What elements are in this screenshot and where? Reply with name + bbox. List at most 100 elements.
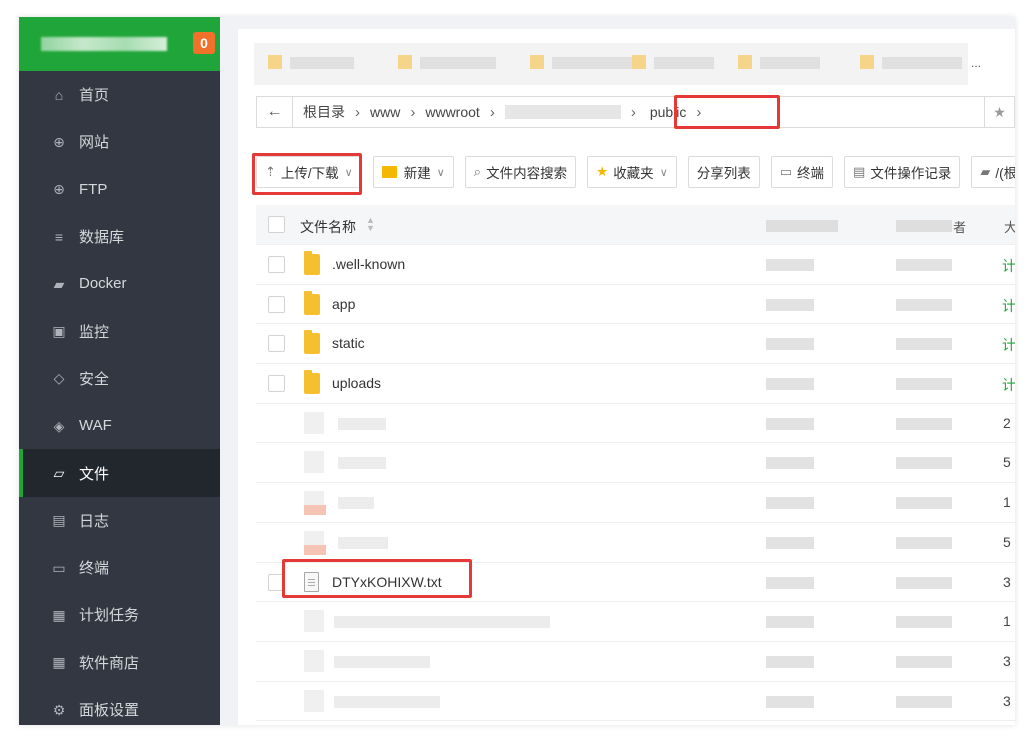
- tabs-more[interactable]: ...: [971, 56, 981, 70]
- sidebar-item-files[interactable]: ▱ 文件: [19, 449, 220, 497]
- file-name[interactable]: uploads: [332, 375, 381, 391]
- chevron-right-icon: ›: [355, 103, 360, 121]
- breadcrumb-www[interactable]: www: [370, 104, 400, 120]
- database-icon: ≡: [54, 228, 64, 245]
- breadcrumb-site-blurred[interactable]: [504, 105, 621, 119]
- search-icon: ⌕: [473, 164, 482, 179]
- row-checkbox[interactable]: [268, 256, 285, 273]
- table-row-blurred[interactable]: 1: [256, 602, 1015, 642]
- file-name[interactable]: app: [332, 296, 355, 312]
- row-checkbox[interactable]: [268, 335, 285, 353]
- folder-icon: [304, 251, 320, 275]
- table-row-blurred[interactable]: 3: [256, 642, 1015, 682]
- folder-icon: [304, 330, 320, 355]
- row-checkbox[interactable]: [268, 295, 285, 313]
- sidebar-item-label: 监控: [79, 323, 110, 341]
- sidebar-item-label: 安全: [79, 370, 110, 388]
- folder-icon: [738, 55, 752, 69]
- size-text: 3: [1003, 692, 1011, 709]
- favorite-star-button[interactable]: ★: [985, 96, 1015, 128]
- sidebar-item-label: 网站: [79, 134, 110, 152]
- calendar-icon: ▦: [52, 606, 66, 623]
- folder-icon: [304, 290, 320, 315]
- table-row[interactable]: static 计: [256, 324, 1015, 365]
- sidebar-item-label: WAF: [79, 417, 112, 435]
- sidebar-item-home[interactable]: ⌂ 首页: [19, 71, 220, 118]
- sidebar-item-security[interactable]: ◇ 安全: [19, 355, 220, 402]
- permission-text: 计: [1002, 258, 1015, 274]
- sidebar-item-docker[interactable]: ▰ Docker: [19, 260, 220, 307]
- folder-icon: [530, 55, 544, 69]
- new-button[interactable]: 新建 ∨: [372, 156, 454, 188]
- table-row[interactable]: .well-known 计: [256, 245, 1015, 285]
- file-name[interactable]: .well-known: [332, 256, 405, 272]
- docker-icon: ▰: [53, 275, 65, 292]
- column-header-size[interactable]: 大: [1004, 217, 1015, 236]
- column-header-blurred: [766, 220, 838, 232]
- file-table: 文件名称 ▲ ▼ 者 大 .well-known 计 app 计 static …: [256, 205, 1015, 722]
- size-text: 1: [1003, 494, 1011, 511]
- table-row-blurred[interactable]: 5: [256, 443, 1015, 484]
- sidebar-item-label: 首页: [79, 87, 110, 105]
- shield-icon: ◇: [53, 370, 65, 387]
- select-all-checkbox[interactable]: [268, 216, 285, 233]
- file-name[interactable]: static: [332, 335, 365, 351]
- terminal-button[interactable]: ▭ 终端: [770, 156, 834, 188]
- directory-tabs-blurred: [254, 43, 968, 85]
- operation-log-button[interactable]: ▤ 文件操作记录: [844, 156, 961, 188]
- folder-icon: [860, 55, 874, 69]
- server-name-blurred: [41, 37, 167, 51]
- sidebar-item-label: 数据库: [79, 229, 125, 247]
- ftp-icon: ⊕: [53, 181, 65, 198]
- sidebar-item-label: 软件商店: [79, 654, 140, 672]
- sidebar-item-logs[interactable]: ▤ 日志: [19, 497, 220, 544]
- chevron-right-icon: ›: [489, 103, 495, 121]
- permission-text: 计: [1002, 297, 1015, 314]
- sidebar-item-terminal[interactable]: ▭ 终端: [19, 544, 220, 591]
- table-row-blurred[interactable]: 5: [256, 523, 1015, 563]
- back-button[interactable]: ←: [257, 97, 293, 127]
- permission-text: 计: [1002, 377, 1015, 394]
- table-row[interactable]: app 计: [256, 285, 1015, 325]
- apps-icon: ▦: [52, 654, 66, 671]
- log-icon: ▤: [853, 164, 866, 179]
- size-text: 2: [1003, 414, 1011, 431]
- column-header-name[interactable]: 文件名称: [300, 217, 356, 237]
- breadcrumb-root[interactable]: 根目录: [303, 102, 345, 122]
- sidebar-item-monitor[interactable]: ▣ 监控: [19, 307, 220, 354]
- table-row-blurred[interactable]: 3: [256, 682, 1015, 722]
- highlight-current-path: [674, 95, 780, 129]
- chevron-right-icon: ›: [410, 103, 416, 121]
- favorites-button[interactable]: ★ 收藏夹 ∨: [587, 156, 677, 188]
- disk-button[interactable]: ▰/(根目...: [971, 156, 1015, 188]
- share-list-button[interactable]: 分享列表: [687, 156, 760, 188]
- gear-icon: ⚙: [52, 701, 66, 718]
- size-text: 5: [1003, 533, 1011, 550]
- sidebar-item-ftp[interactable]: ⊕ FTP: [19, 166, 220, 213]
- content-search-button[interactable]: ⌕ 文件内容搜索: [464, 156, 577, 188]
- notification-badge[interactable]: 0: [193, 32, 215, 54]
- sidebar-item-label: 文件: [79, 465, 110, 483]
- star-icon: ★: [596, 164, 609, 179]
- sidebar-item-appstore[interactable]: ▦ 软件商店: [19, 639, 220, 686]
- app-window: 0 ⌂ 首页 ⊕ 网站 ⊕ FTP ≡ 数据库 ▰ Docker ▣ 监控 ◇ 安全 ◈ WAF…: [19, 17, 1015, 725]
- sidebar-item-database[interactable]: ≡ 数据库: [19, 213, 220, 260]
- sidebar-item-cron[interactable]: ▦ 计划任务: [19, 591, 220, 638]
- column-header-owner[interactable]: 者: [953, 217, 966, 236]
- sidebar-item-waf[interactable]: ◈ WAF: [19, 402, 220, 449]
- breadcrumb-wwwroot[interactable]: wwwroot: [425, 104, 479, 120]
- sidebar-item-label: FTP: [79, 180, 108, 198]
- chevron-down-icon: ∨: [436, 166, 445, 179]
- sort-icon[interactable]: ▲ ▼: [366, 216, 375, 233]
- globe-icon: ⊕: [53, 133, 65, 150]
- table-row[interactable]: uploads 计: [256, 364, 1015, 404]
- terminal-icon: ▭: [52, 559, 66, 576]
- table-row-blurred[interactable]: 1: [256, 483, 1015, 523]
- permission-text: 计: [1002, 337, 1015, 354]
- sidebar-item-website[interactable]: ⊕ 网站: [19, 118, 220, 165]
- row-checkbox[interactable]: [268, 375, 285, 393]
- home-icon: ⌂: [54, 86, 64, 103]
- sidebar-item-settings[interactable]: ⚙ 面板设置: [19, 686, 220, 725]
- breadcrumb-path: 根目录 › www › wwwroot › › public ›: [303, 97, 711, 127]
- table-row-blurred[interactable]: 2: [256, 404, 1015, 444]
